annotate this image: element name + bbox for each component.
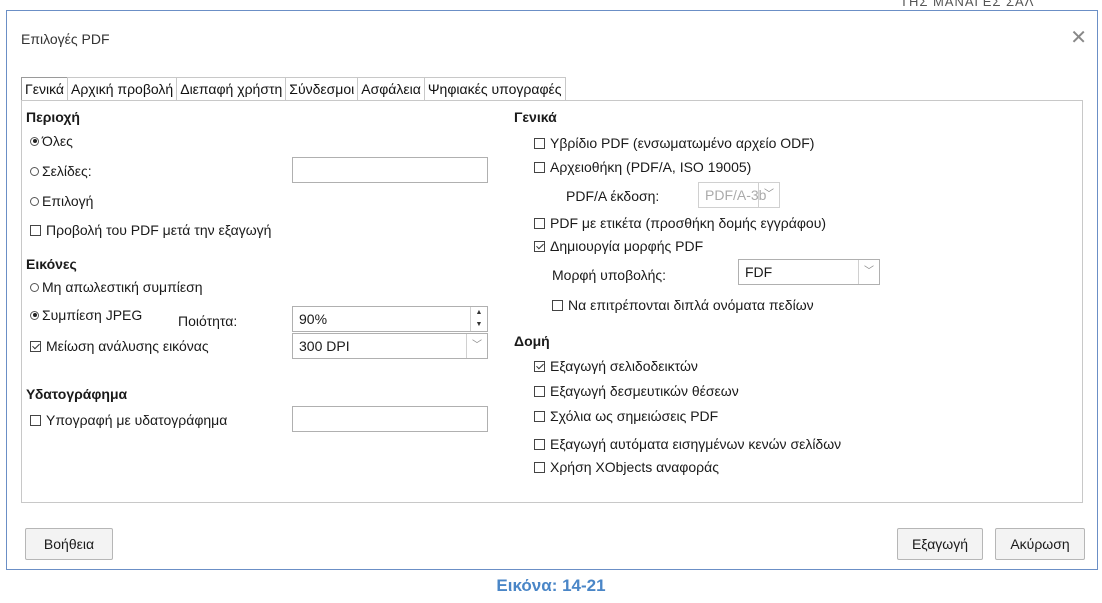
- archive-checkbox[interactable]: [534, 161, 545, 173]
- sign-watermark-label: Υπογραφή με υδατογράφημα: [46, 412, 228, 428]
- spin-up-icon[interactable]: ▲: [471, 307, 487, 319]
- range-all-label: Όλες: [42, 133, 73, 149]
- radio-jpeg[interactable]: [30, 310, 39, 320]
- radio-all[interactable]: [30, 136, 39, 146]
- range-all-option[interactable]: Όλες: [30, 133, 73, 149]
- create-form-label: Δημιουργία μορφής PDF: [550, 238, 704, 254]
- tab-digital-signatures[interactable]: Ψηφιακές υπογραφές: [423, 77, 566, 101]
- quality-spinbox[interactable]: 90% ▲ ▼: [292, 306, 488, 332]
- resolution-value: 300 DPI: [299, 338, 350, 354]
- quality-label: Ποιότητα:: [178, 313, 238, 329]
- archive-label: Αρχειοθήκη (PDF/A, ISO 19005): [550, 159, 752, 175]
- create-form-option[interactable]: Δημιουργία μορφής PDF: [534, 238, 703, 254]
- reduce-resolution-option[interactable]: Μείωση ανάλυσης εικόνας: [30, 338, 209, 354]
- reduce-resolution-label: Μείωση ανάλυσης εικόνας: [46, 338, 209, 354]
- tagged-pdf-label: PDF με ετικέτα (προσθήκη δομής εγγράφου): [550, 215, 827, 231]
- range-selection-option[interactable]: Επιλογή: [30, 193, 93, 209]
- sign-watermark-checkbox[interactable]: [30, 414, 41, 426]
- resolution-dropdown[interactable]: 300 DPI ﹀: [292, 333, 488, 359]
- submit-format-dropdown[interactable]: FDF ﹀: [738, 259, 880, 285]
- export-bookmarks-label: Εξαγωγή σελιδοδεικτών: [550, 358, 698, 374]
- tab-user-interface[interactable]: Διεπαφή χρήστη: [176, 77, 287, 101]
- duplicate-names-option[interactable]: Να επιτρέπονται διπλά ονόματα πεδίων: [552, 297, 814, 313]
- range-heading: Περιοχή: [26, 109, 80, 125]
- duplicate-names-label: Να επιτρέπονται διπλά ονόματα πεδίων: [568, 297, 814, 313]
- comments-as-notes-option[interactable]: Σχόλια ως σημειώσεις PDF: [534, 408, 718, 424]
- export-blank-pages-option[interactable]: Εξαγωγή αυτόματα εισηγμένων κενών σελίδω…: [534, 436, 841, 452]
- lossless-label: Μη απωλεστική συμπίεση: [42, 279, 203, 295]
- submit-format-label: Μορφή υποβολής:: [552, 267, 667, 283]
- jpeg-label: Συμπίεση JPEG: [42, 307, 143, 323]
- jpeg-option[interactable]: Συμπίεση JPEG: [30, 307, 142, 323]
- watermark-heading: Υδατογράφημα: [26, 386, 128, 402]
- reduce-resolution-checkbox[interactable]: [30, 340, 41, 352]
- chevron-down-icon[interactable]: ﹀: [466, 334, 487, 358]
- range-pages-label: Σελίδες:: [42, 163, 92, 179]
- images-heading: Εικόνες: [26, 256, 77, 272]
- background-text: ΤΗΣ ΜΑΝΑΓΕΣ ΣΑΛ: [900, 0, 1035, 9]
- export-button[interactable]: Εξαγωγή: [897, 528, 983, 560]
- figure-caption: Εικόνα: 14-21: [496, 576, 606, 595]
- tab-links[interactable]: Σύνδεσμοι: [285, 77, 359, 101]
- pdf-options-dialog: Επιλογές PDF ✕ Γενικά Αρχική προβολή Διε…: [6, 10, 1098, 570]
- radio-selection[interactable]: [30, 196, 39, 206]
- range-selection-label: Επιλογή: [42, 193, 94, 209]
- range-pages-option[interactable]: Σελίδες:: [30, 163, 92, 179]
- export-blank-pages-label: Εξαγωγή αυτόματα εισηγμένων κενών σελίδω…: [550, 436, 842, 452]
- tab-general[interactable]: Γενικά: [21, 77, 68, 101]
- background-window: ΤΗΣ ΜΑΝΑΓΕΣ ΣΑΛ: [0, 0, 1102, 10]
- export-placeholders-checkbox[interactable]: [534, 385, 545, 397]
- export-bookmarks-option[interactable]: Εξαγωγή σελιδοδεικτών: [534, 358, 698, 374]
- dialog-title: Επιλογές PDF: [21, 31, 110, 47]
- export-placeholders-option[interactable]: Εξαγωγή δεσμευτικών θέσεων: [534, 383, 739, 399]
- spin-down-icon[interactable]: ▼: [471, 319, 487, 331]
- lossless-option[interactable]: Μη απωλεστική συμπίεση: [30, 279, 203, 295]
- help-button[interactable]: Βοήθεια: [25, 528, 113, 560]
- export-placeholders-label: Εξαγωγή δεσμευτικών θέσεων: [550, 383, 739, 399]
- hybrid-pdf-label: Υβρίδιο PDF (ενσωματωμένο αρχείο ODF): [550, 135, 815, 151]
- export-bookmarks-checkbox[interactable]: [534, 360, 545, 372]
- hybrid-pdf-checkbox[interactable]: [534, 137, 545, 149]
- tab-initial-view[interactable]: Αρχική προβολή: [67, 77, 178, 101]
- submit-format-value: FDF: [745, 264, 773, 280]
- tagged-pdf-checkbox[interactable]: [534, 217, 545, 229]
- tab-bar: Γενικά Αρχική προβολή Διεπαφή χρήστη Σύν…: [21, 77, 566, 101]
- radio-pages[interactable]: [30, 166, 39, 176]
- cancel-button[interactable]: Ακύρωση: [995, 528, 1085, 560]
- general-heading: Γενικά: [514, 109, 557, 125]
- watermark-input[interactable]: [292, 406, 488, 432]
- pdfa-version-dropdown[interactable]: PDF/A-3b ﹀: [698, 182, 780, 208]
- sign-watermark-option[interactable]: Υπογραφή με υδατογράφημα: [30, 412, 227, 428]
- export-blank-pages-checkbox[interactable]: [534, 438, 545, 450]
- create-form-checkbox[interactable]: [534, 240, 545, 252]
- hybrid-pdf-option[interactable]: Υβρίδιο PDF (ενσωματωμένο αρχείο ODF): [534, 135, 814, 151]
- structure-heading: Δομή: [514, 333, 550, 349]
- comments-as-notes-label: Σχόλια ως σημειώσεις PDF: [550, 408, 719, 424]
- comments-as-notes-checkbox[interactable]: [534, 410, 545, 422]
- use-xobjects-option[interactable]: Χρήση XObjects αναφοράς: [534, 459, 719, 475]
- view-after-export-checkbox[interactable]: [30, 224, 41, 236]
- archive-option[interactable]: Αρχειοθήκη (PDF/A, ISO 19005): [534, 159, 751, 175]
- general-panel: Περιοχή Όλες Σελίδες: Επιλογή Προβολή το…: [21, 100, 1083, 503]
- view-after-export-option[interactable]: Προβολή του PDF μετά την εξαγωγή: [30, 222, 271, 238]
- tagged-pdf-option[interactable]: PDF με ετικέτα (προσθήκη δομής εγγράφου): [534, 215, 826, 231]
- quality-value: 90%: [299, 311, 328, 327]
- use-xobjects-checkbox[interactable]: [534, 461, 545, 473]
- use-xobjects-label: Χρήση XObjects αναφοράς: [550, 459, 719, 475]
- tab-security[interactable]: Ασφάλεια: [357, 77, 425, 101]
- close-icon[interactable]: ✕: [1070, 25, 1087, 50]
- chevron-down-icon[interactable]: ﹀: [758, 183, 779, 207]
- pages-input[interactable]: [292, 157, 488, 183]
- radio-lossless[interactable]: [30, 282, 39, 292]
- chevron-down-icon[interactable]: ﹀: [858, 260, 879, 284]
- duplicate-names-checkbox[interactable]: [552, 299, 563, 311]
- quality-spin-buttons[interactable]: ▲ ▼: [470, 307, 487, 331]
- view-after-export-label: Προβολή του PDF μετά την εξαγωγή: [46, 222, 272, 238]
- pdfa-version-label: PDF/A έκδοση:: [566, 188, 660, 204]
